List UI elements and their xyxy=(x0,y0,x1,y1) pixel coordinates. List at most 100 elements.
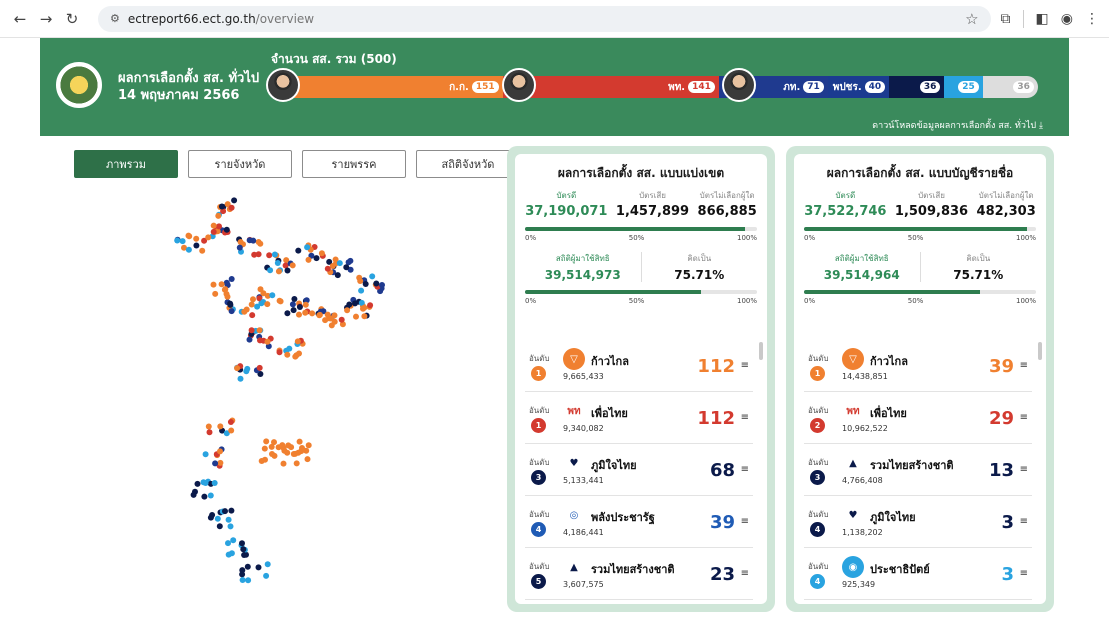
constituency-dot[interactable] xyxy=(243,368,250,375)
constituency-dot[interactable] xyxy=(361,304,368,311)
download-link[interactable]: ดาวน์โหลดข้อมูลผลการเลือกตั้ง สส. ทั่วไป… xyxy=(872,118,1043,132)
constituency-dot[interactable] xyxy=(218,203,225,210)
constituency-dot[interactable] xyxy=(258,458,265,464)
constituency-dot[interactable] xyxy=(228,276,235,282)
constituency-dot[interactable] xyxy=(237,375,244,382)
constituency-dot[interactable] xyxy=(217,459,224,466)
constituency-dot[interactable] xyxy=(207,492,214,499)
party-row[interactable]: อันดับ 4 ♥ ภูมิใจไทย 1,138,202 3 ≡ xyxy=(804,496,1032,548)
constituency-dot[interactable] xyxy=(216,223,222,230)
constituency-dot[interactable] xyxy=(280,460,287,467)
profile-icon[interactable]: ◉ xyxy=(1061,11,1073,27)
tab-0[interactable]: ภาพรวม xyxy=(74,150,178,178)
sidepanel-icon[interactable]: ◧ xyxy=(1036,11,1049,27)
constituency-dot[interactable] xyxy=(194,480,201,487)
constituency-dot[interactable] xyxy=(256,364,263,371)
constituency-dot[interactable] xyxy=(227,523,234,530)
constituency-dot[interactable] xyxy=(228,427,235,434)
constituency-dot[interactable] xyxy=(358,287,365,294)
constituency-dot[interactable] xyxy=(210,228,217,235)
constituency-dot[interactable] xyxy=(236,244,243,251)
site-settings-icon[interactable]: ⚙ xyxy=(110,12,120,25)
constituency-dot[interactable] xyxy=(266,252,273,259)
address-bar[interactable]: ⚙ ectreport66.ect.go.th/overview ☆ xyxy=(98,5,991,32)
constituency-dot[interactable] xyxy=(239,540,245,547)
download-icon[interactable]: ⤓ xyxy=(1039,121,1043,131)
constituency-dot[interactable] xyxy=(267,267,274,274)
constituency-dot[interactable] xyxy=(289,262,296,269)
constituency-dot[interactable] xyxy=(254,303,261,310)
constituency-dot[interactable] xyxy=(248,327,255,334)
constituency-dot[interactable] xyxy=(185,246,192,253)
constituency-dot[interactable] xyxy=(205,234,212,241)
constituency-dot[interactable] xyxy=(369,273,376,280)
constituency-dot[interactable] xyxy=(227,301,234,308)
constituency-dot[interactable] xyxy=(373,280,380,287)
menu-icon[interactable]: ⋮ xyxy=(1085,11,1099,27)
constituency-dot[interactable] xyxy=(186,233,193,240)
constituency-dot[interactable] xyxy=(336,260,343,267)
party-row[interactable]: อันดับ 2 พท เพื่อไทย 10,962,522 29 ≡ xyxy=(804,392,1032,444)
constituency-dot[interactable] xyxy=(231,197,238,204)
constituency-dot[interactable] xyxy=(216,523,223,530)
constituency-dot[interactable] xyxy=(305,442,312,449)
constituency-dot[interactable] xyxy=(367,302,374,309)
constituency-dot[interactable] xyxy=(190,491,197,498)
constituency-dot[interactable] xyxy=(250,237,257,244)
constituency-dot[interactable] xyxy=(284,449,291,456)
constituency-dot[interactable] xyxy=(228,308,235,315)
constituency-dot[interactable] xyxy=(214,515,221,522)
bookmark-star-icon[interactable]: ☆ xyxy=(965,10,978,28)
constituency-dot[interactable] xyxy=(263,572,270,579)
constituency-dot[interactable] xyxy=(295,247,302,254)
constituency-dot[interactable] xyxy=(202,480,209,486)
constituency-dot[interactable] xyxy=(274,260,281,266)
constituency-dot[interactable] xyxy=(212,290,219,297)
constituency-dot[interactable] xyxy=(223,279,230,286)
constituency-dot[interactable] xyxy=(244,563,251,570)
constituency-dot[interactable] xyxy=(334,272,341,279)
constituency-dot[interactable] xyxy=(221,286,228,293)
party-row[interactable]: อันดับ 3 ▲ รวมไทยสร้างชาติ 4,766,408 13 ≡ xyxy=(804,444,1032,496)
constituency-dot[interactable] xyxy=(379,282,385,288)
constituency-dot[interactable] xyxy=(316,311,323,318)
constituency-dot[interactable] xyxy=(326,315,332,322)
constituency-dot[interactable] xyxy=(225,516,232,523)
constituency-dot[interactable] xyxy=(225,540,231,547)
constituency-dot[interactable] xyxy=(237,239,244,245)
constituency-dot[interactable] xyxy=(228,204,235,211)
constituency-dot[interactable] xyxy=(179,238,186,245)
constituency-dot[interactable] xyxy=(290,307,297,314)
party-row[interactable]: อันดับ 1 พท เพื่อไทย 9,340,082 112 ≡ xyxy=(525,392,753,444)
constituency-dot[interactable] xyxy=(255,251,262,258)
party-row[interactable]: อันดับ 4 ◎ พลังประชารัฐ 4,186,441 39 ≡ xyxy=(525,496,753,548)
constituency-dot[interactable] xyxy=(357,278,364,284)
party-row[interactable]: อันดับ 1 ▽ ก้าวไกล 14,438,851 39 ≡ xyxy=(804,340,1032,392)
constituency-dot[interactable] xyxy=(223,226,230,233)
constituency-dot[interactable] xyxy=(347,257,354,264)
constituency-dot[interactable] xyxy=(201,493,208,500)
constituency-dot[interactable] xyxy=(240,546,247,553)
download-label[interactable]: ดาวน์โหลดข้อมูลผลการเลือกตั้ง สส. ทั่วไป xyxy=(872,121,1036,131)
constituency-dot[interactable] xyxy=(234,365,241,372)
seat-segment[interactable]: พปชร. 40 xyxy=(827,76,890,98)
constituency-dot[interactable] xyxy=(269,292,276,299)
constituency-dot[interactable] xyxy=(313,255,320,262)
tab-3[interactable]: สถิติจังหวัด xyxy=(416,150,520,178)
constituency-dot[interactable] xyxy=(261,445,268,452)
seat-segment[interactable]: 36 xyxy=(889,76,945,98)
extensions-icon[interactable]: ⧉ xyxy=(1001,11,1011,27)
constituency-dot[interactable] xyxy=(212,460,219,467)
constituency-dot[interactable] xyxy=(302,309,309,316)
constituency-dot[interactable] xyxy=(243,306,250,313)
constituency-dot[interactable] xyxy=(207,514,214,521)
constituency-dot[interactable] xyxy=(264,301,271,308)
constituency-dot[interactable] xyxy=(276,349,283,356)
constituency-dot[interactable] xyxy=(202,451,209,458)
constituency-dot[interactable] xyxy=(217,448,223,455)
constituency-dot[interactable] xyxy=(241,552,248,558)
constituency-dot[interactable] xyxy=(225,551,232,558)
constituency-dot[interactable] xyxy=(199,247,206,254)
reload-icon[interactable]: ↻ xyxy=(62,9,82,29)
back-icon[interactable]: ← xyxy=(10,9,30,29)
